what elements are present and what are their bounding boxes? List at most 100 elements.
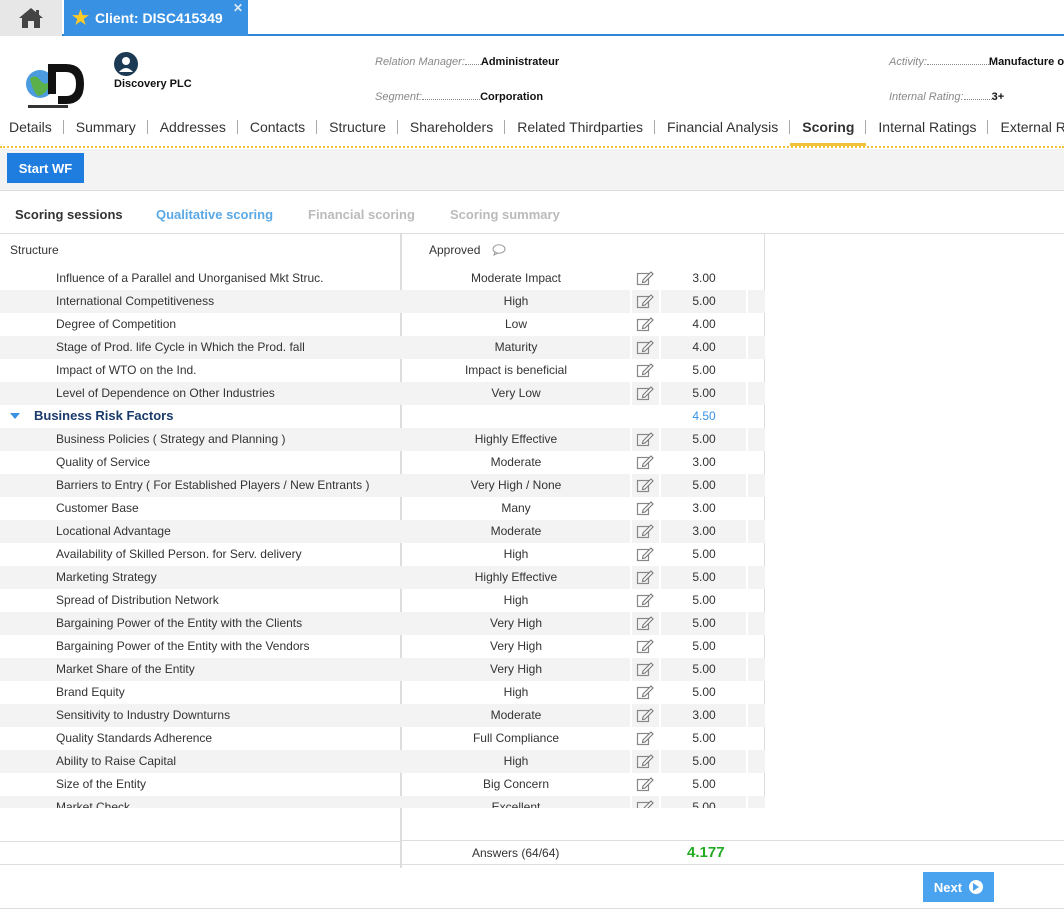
table-row[interactable]: Ability to Raise Capital High 5.00 xyxy=(0,750,765,773)
table-row[interactable]: Customer Base Many 3.00 xyxy=(0,497,765,520)
internal-rating-value: 3+ xyxy=(991,91,1005,103)
table-row[interactable]: Impact of WTO on the Ind. Impact is benef… xyxy=(0,359,765,382)
home-tab[interactable] xyxy=(0,0,62,36)
tab-details[interactable]: Details xyxy=(0,116,64,146)
tab-scoring-summary[interactable]: Scoring summary xyxy=(450,207,560,222)
table-row[interactable]: Degree of Competition Low 4.00 xyxy=(0,313,765,336)
table-row[interactable]: Business Policies ( Strategy and Plannin… xyxy=(0,428,765,451)
edit-icon[interactable] xyxy=(636,454,654,470)
edit-icon[interactable] xyxy=(636,615,654,631)
edit-icon[interactable] xyxy=(636,316,654,332)
tab-contacts[interactable]: Contacts xyxy=(238,116,318,146)
table-row[interactable]: Availability of Skilled Person. for Serv… xyxy=(0,543,765,566)
table-row[interactable]: Market Share of the Entity Very High 5.00 xyxy=(0,658,765,681)
segment-value: Corporation xyxy=(480,91,544,103)
edit-icon[interactable] xyxy=(636,339,654,355)
score-value: 3.00 xyxy=(692,271,716,285)
next-button[interactable]: Next xyxy=(923,872,994,902)
answer-value[interactable]: Impact is beneficial xyxy=(402,363,630,377)
answer-value[interactable]: High xyxy=(402,547,630,561)
internal-rating-field: Internal Rating: 3+ xyxy=(889,91,1004,103)
edit-icon[interactable] xyxy=(636,523,654,539)
answer-value[interactable]: Very High xyxy=(402,616,630,630)
answer-value[interactable]: Low xyxy=(402,317,630,331)
edit-icon[interactable] xyxy=(636,638,654,654)
tab-summary[interactable]: Summary xyxy=(64,116,148,146)
edit-icon[interactable] xyxy=(636,707,654,723)
table-row[interactable]: Locational Advantage Moderate 3.00 xyxy=(0,520,765,543)
answer-value[interactable]: Moderate xyxy=(402,524,630,538)
table-row[interactable]: Sensitivity to Industry Downturns Moderat… xyxy=(0,704,765,727)
comment-icon[interactable] xyxy=(492,244,506,256)
close-tab-icon[interactable]: ✕ xyxy=(233,1,243,15)
tab-addresses[interactable]: Addresses xyxy=(148,116,239,146)
tab-internal-ratings[interactable]: Internal Ratings xyxy=(866,116,989,146)
answer-value[interactable]: Excellent xyxy=(402,800,630,808)
edit-icon[interactable] xyxy=(636,293,654,309)
tab-scoring[interactable]: Scoring xyxy=(790,116,867,146)
answer-value[interactable]: High xyxy=(402,593,630,607)
tab-structure[interactable]: Structure xyxy=(317,116,398,146)
table-row[interactable]: Quality of Service Moderate 3.00 xyxy=(0,451,765,474)
edit-icon[interactable] xyxy=(636,684,654,700)
table-row[interactable]: Level of Dependence on Other Industries V… xyxy=(0,382,765,405)
answer-value[interactable]: Moderate Impact xyxy=(402,271,630,285)
table-row[interactable]: Spread of Distribution Network High 5.00 xyxy=(0,589,765,612)
table-row[interactable]: Market Check Excellent 5.00 xyxy=(0,796,765,808)
edit-icon[interactable] xyxy=(636,753,654,769)
top-tab-bar: ★ Client: DISC415349 ✕ xyxy=(0,0,1064,36)
edit-icon[interactable] xyxy=(636,799,654,808)
answer-value[interactable]: Big Concern xyxy=(402,777,630,791)
answer-value[interactable]: Very High / None xyxy=(402,478,630,492)
table-row[interactable]: Quality Standards Adherence Full Complian… xyxy=(0,727,765,750)
edit-icon[interactable] xyxy=(636,477,654,493)
edit-icon[interactable] xyxy=(636,661,654,677)
answer-value[interactable]: Maturity xyxy=(402,340,630,354)
edit-icon[interactable] xyxy=(636,569,654,585)
start-wf-button[interactable]: Start WF xyxy=(7,153,84,183)
tab-financial-scoring[interactable]: Financial scoring xyxy=(308,207,415,222)
question-name: Sensitivity to Industry Downturns xyxy=(56,708,231,722)
table-row[interactable]: Bargaining Power of the Entity with the … xyxy=(0,612,765,635)
table-row[interactable]: Size of the Entity Big Concern 5.00 xyxy=(0,773,765,796)
tab-qualitative-scoring[interactable]: Qualitative scoring xyxy=(156,207,273,222)
edit-icon[interactable] xyxy=(636,730,654,746)
answer-value[interactable]: Moderate xyxy=(402,455,630,469)
tab-external-rati[interactable]: External Rati xyxy=(988,116,1064,146)
edit-icon[interactable] xyxy=(636,362,654,378)
answer-value[interactable]: High xyxy=(402,294,630,308)
answer-value[interactable]: Moderate xyxy=(402,708,630,722)
edit-icon[interactable] xyxy=(636,270,654,286)
answer-value[interactable]: Very Low xyxy=(402,386,630,400)
edit-icon[interactable] xyxy=(636,546,654,562)
edit-icon[interactable] xyxy=(636,431,654,447)
client-tab[interactable]: ★ Client: DISC415349 ✕ xyxy=(64,0,248,36)
caret-down-icon[interactable] xyxy=(10,413,20,419)
tab-related-thirdparties[interactable]: Related Thirdparties xyxy=(505,116,655,146)
edit-icon[interactable] xyxy=(636,500,654,516)
table-row[interactable]: International Competitiveness High 5.00 xyxy=(0,290,765,313)
answer-value[interactable]: Highly Effective xyxy=(402,432,630,446)
answer-value[interactable]: High xyxy=(402,754,630,768)
edit-icon[interactable] xyxy=(636,592,654,608)
edit-icon[interactable] xyxy=(636,776,654,792)
table-row[interactable]: Influence of a Parallel and Unorganised … xyxy=(0,267,765,290)
score-value: 5.00 xyxy=(692,386,716,400)
table-row[interactable]: Brand Equity High 5.00 xyxy=(0,681,765,704)
answer-value[interactable]: High xyxy=(402,685,630,699)
tab-shareholders[interactable]: Shareholders xyxy=(398,116,506,146)
question-name: Spread of Distribution Network xyxy=(56,593,219,607)
tab-scoring-sessions[interactable]: Scoring sessions xyxy=(15,207,123,222)
answer-value[interactable]: Very High xyxy=(402,639,630,653)
answer-value[interactable]: Very High xyxy=(402,662,630,676)
table-row[interactable]: Bargaining Power of the Entity with the … xyxy=(0,635,765,658)
answer-value[interactable]: Many xyxy=(402,501,630,515)
answer-value[interactable]: Full Compliance xyxy=(402,731,630,745)
table-row[interactable]: Stage of Prod. life Cycle in Which the P… xyxy=(0,336,765,359)
tab-financial-analysis[interactable]: Financial Analysis xyxy=(655,116,791,146)
edit-icon[interactable] xyxy=(636,385,654,401)
table-row[interactable]: Marketing Strategy Highly Effective 5.00 xyxy=(0,566,765,589)
group-row[interactable]: Business Risk Factors 4.50 xyxy=(0,405,765,428)
table-row[interactable]: Barriers to Entry ( For Established Play… xyxy=(0,474,765,497)
answer-value[interactable]: Highly Effective xyxy=(402,570,630,584)
